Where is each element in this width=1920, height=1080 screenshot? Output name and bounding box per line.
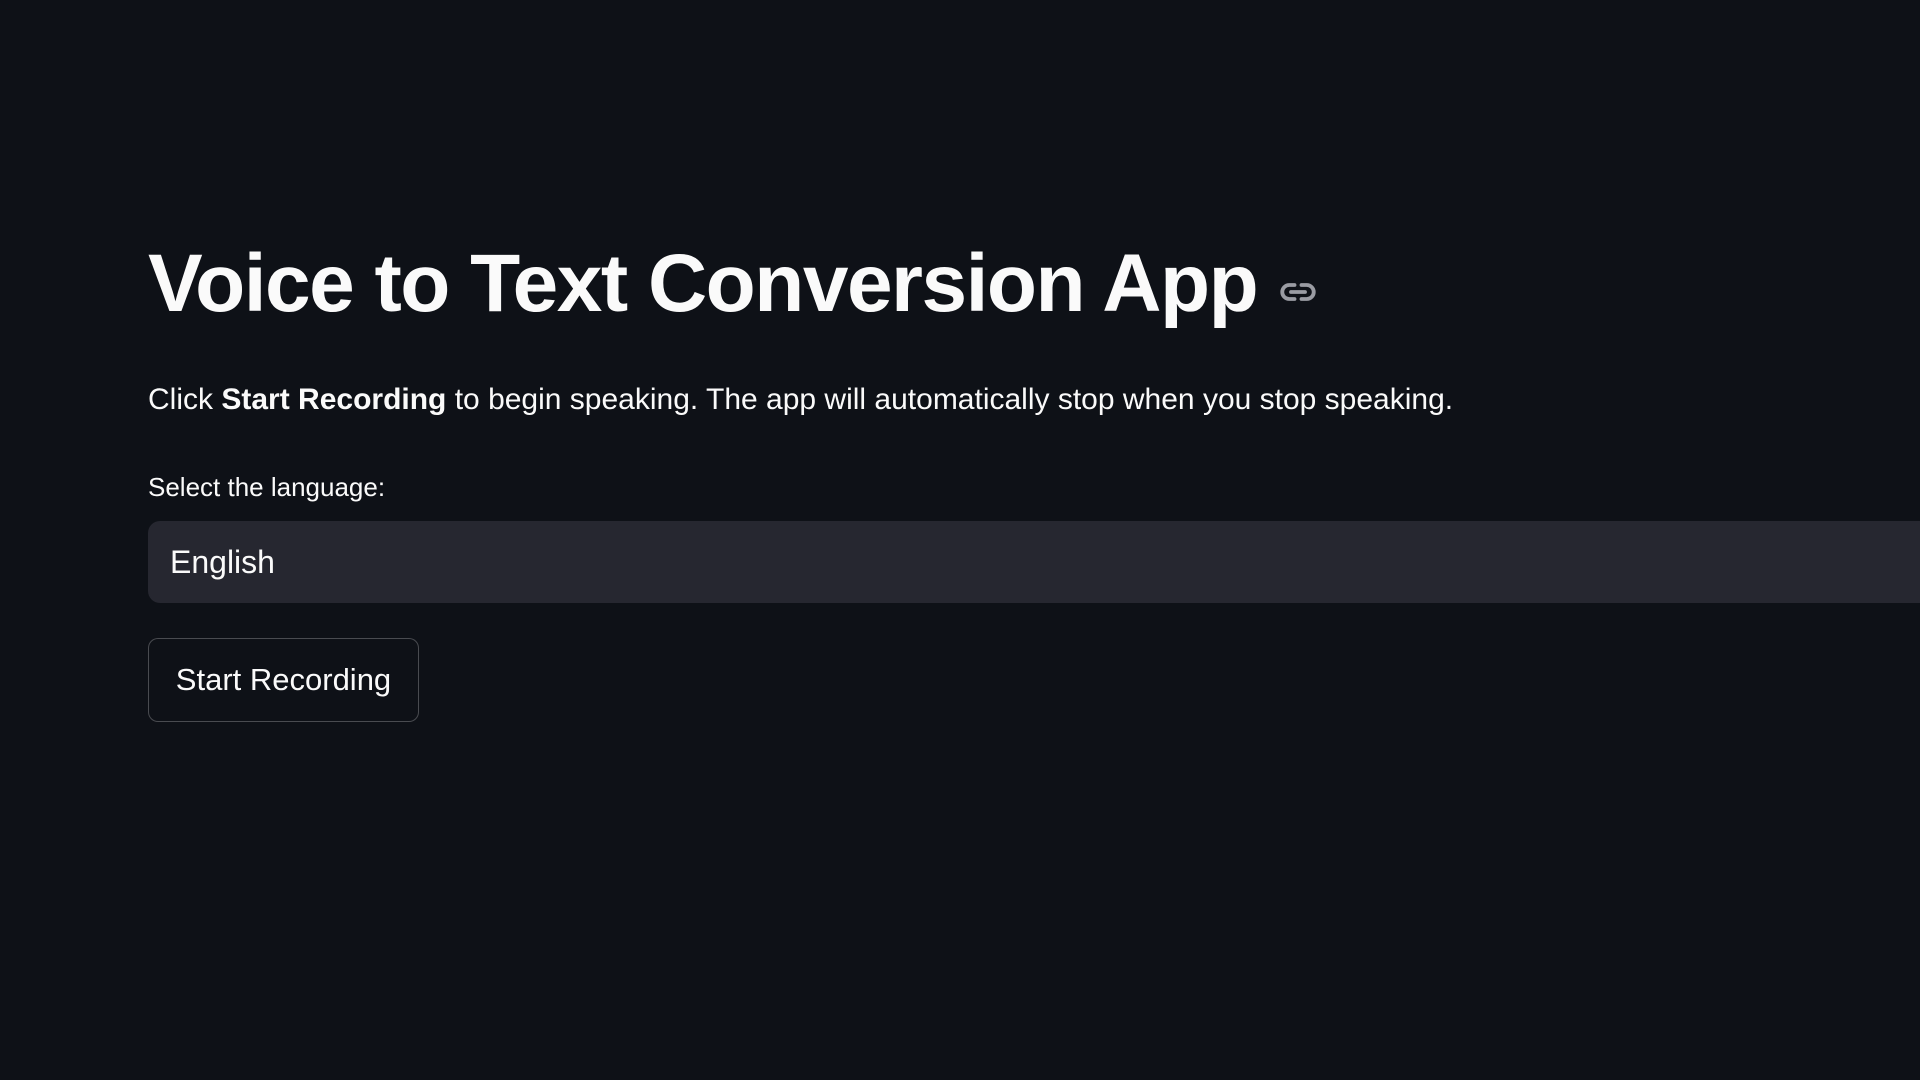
main-content: Voice to Text Conversion App Click Start… [148,0,1920,1080]
instructions-bold: Start Recording [221,383,447,416]
language-select[interactable]: English [148,521,1920,603]
language-select-label: Select the language: [148,472,386,502]
start-recording-button[interactable]: Start Recording [148,638,419,722]
page-title: Voice to Text Conversion App [148,238,1259,329]
instructions-text: Click Start Recording to begin speaking.… [148,378,1453,422]
instructions-suffix: to begin speaking. The app will automati… [446,383,1454,416]
header: Voice to Text Conversion App [148,236,1319,332]
link-icon[interactable] [1277,271,1319,313]
instructions-prefix: Click [148,383,222,416]
language-select-value: English [170,543,275,580]
